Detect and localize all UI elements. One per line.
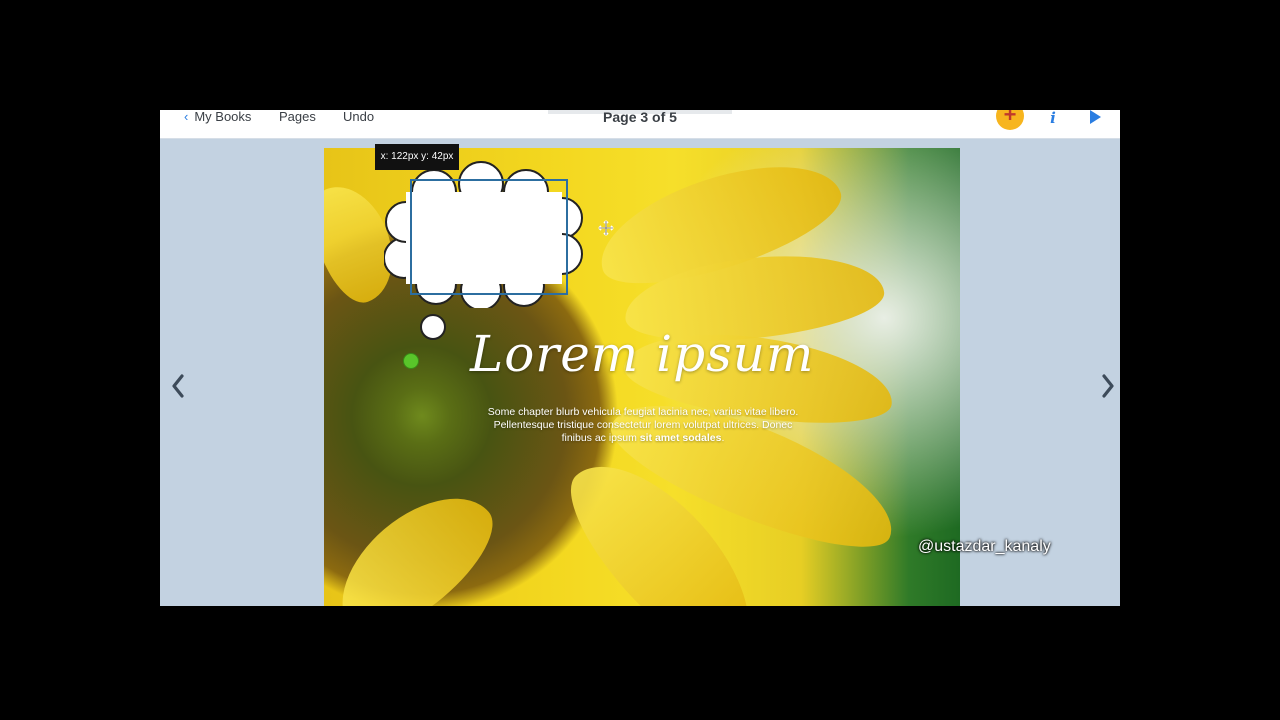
blurb-end: . xyxy=(721,432,725,444)
book-editor: ‹ My Books Pages Undo Page 3 of 5 + i x:… xyxy=(160,110,1120,606)
page-headline[interactable]: Lorem ipsum xyxy=(470,325,822,383)
add-element-button[interactable]: + xyxy=(996,110,1024,130)
info-icon: i xyxy=(1050,110,1056,127)
top-toolbar: ‹ My Books Pages Undo Page 3 of 5 + i xyxy=(160,110,1120,139)
move-cursor-icon xyxy=(598,220,614,236)
info-button[interactable]: i xyxy=(1046,110,1060,127)
thought-bubble-tail[interactable] xyxy=(420,314,446,340)
sunflower-petal xyxy=(324,470,512,606)
next-page-arrow[interactable] xyxy=(1098,372,1118,400)
plus-icon: + xyxy=(1003,110,1017,127)
previous-page-arrow[interactable] xyxy=(168,372,188,400)
channel-watermark: @ustazdar_kanaly xyxy=(918,538,1051,555)
blurb-bold-text: sit amet sodales xyxy=(639,432,722,444)
selection-box[interactable] xyxy=(410,179,568,295)
coordinate-tooltip: x: 122px y: 42px xyxy=(375,144,459,170)
play-icon[interactable] xyxy=(1090,110,1101,124)
page-indicator: Page 3 of 5 xyxy=(603,110,677,125)
rotate-handle[interactable] xyxy=(403,353,419,369)
chapter-blurb[interactable]: Some chapter blurb vehicula feugiat laci… xyxy=(485,406,801,445)
